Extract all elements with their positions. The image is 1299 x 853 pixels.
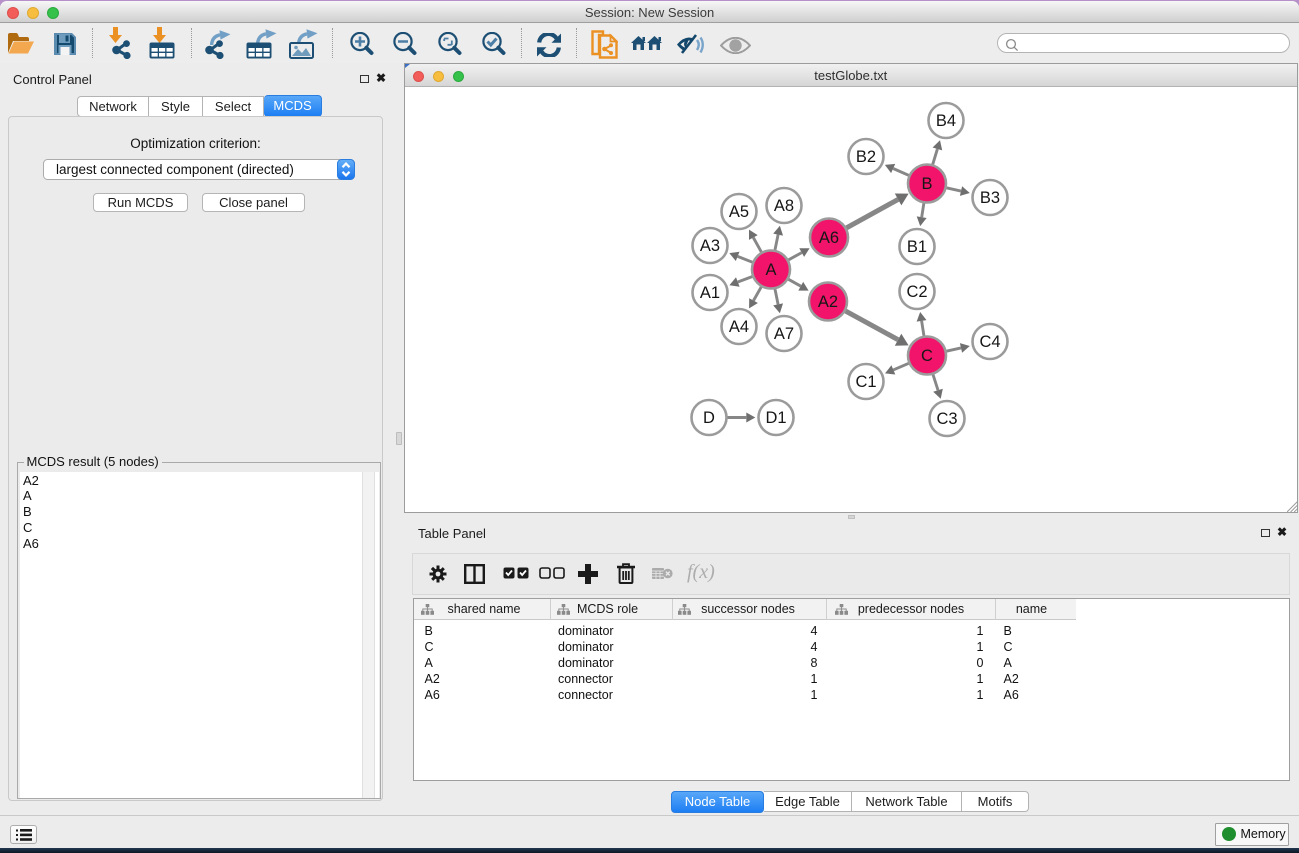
svg-text:C: C [921, 347, 933, 365]
svg-text:C2: C2 [906, 283, 927, 301]
svg-text:B3: B3 [980, 189, 1000, 207]
svg-text:B4: B4 [936, 112, 956, 130]
svg-text:A: A [765, 261, 776, 279]
svg-text:D: D [703, 409, 715, 427]
svg-text:C4: C4 [979, 333, 1000, 351]
svg-text:C1: C1 [855, 373, 876, 391]
svg-text:A1: A1 [700, 284, 720, 302]
svg-text:A6: A6 [819, 229, 839, 247]
svg-text:A8: A8 [774, 197, 794, 215]
svg-text:A3: A3 [700, 237, 720, 255]
svg-text:A5: A5 [729, 203, 749, 221]
svg-text:B2: B2 [856, 148, 876, 166]
svg-text:B1: B1 [907, 238, 927, 256]
svg-text:A2: A2 [818, 293, 838, 311]
svg-text:C3: C3 [936, 410, 957, 428]
svg-text:A4: A4 [729, 318, 749, 336]
svg-text:A7: A7 [774, 325, 794, 343]
svg-text:B: B [921, 175, 932, 193]
svg-text:D1: D1 [765, 409, 786, 427]
